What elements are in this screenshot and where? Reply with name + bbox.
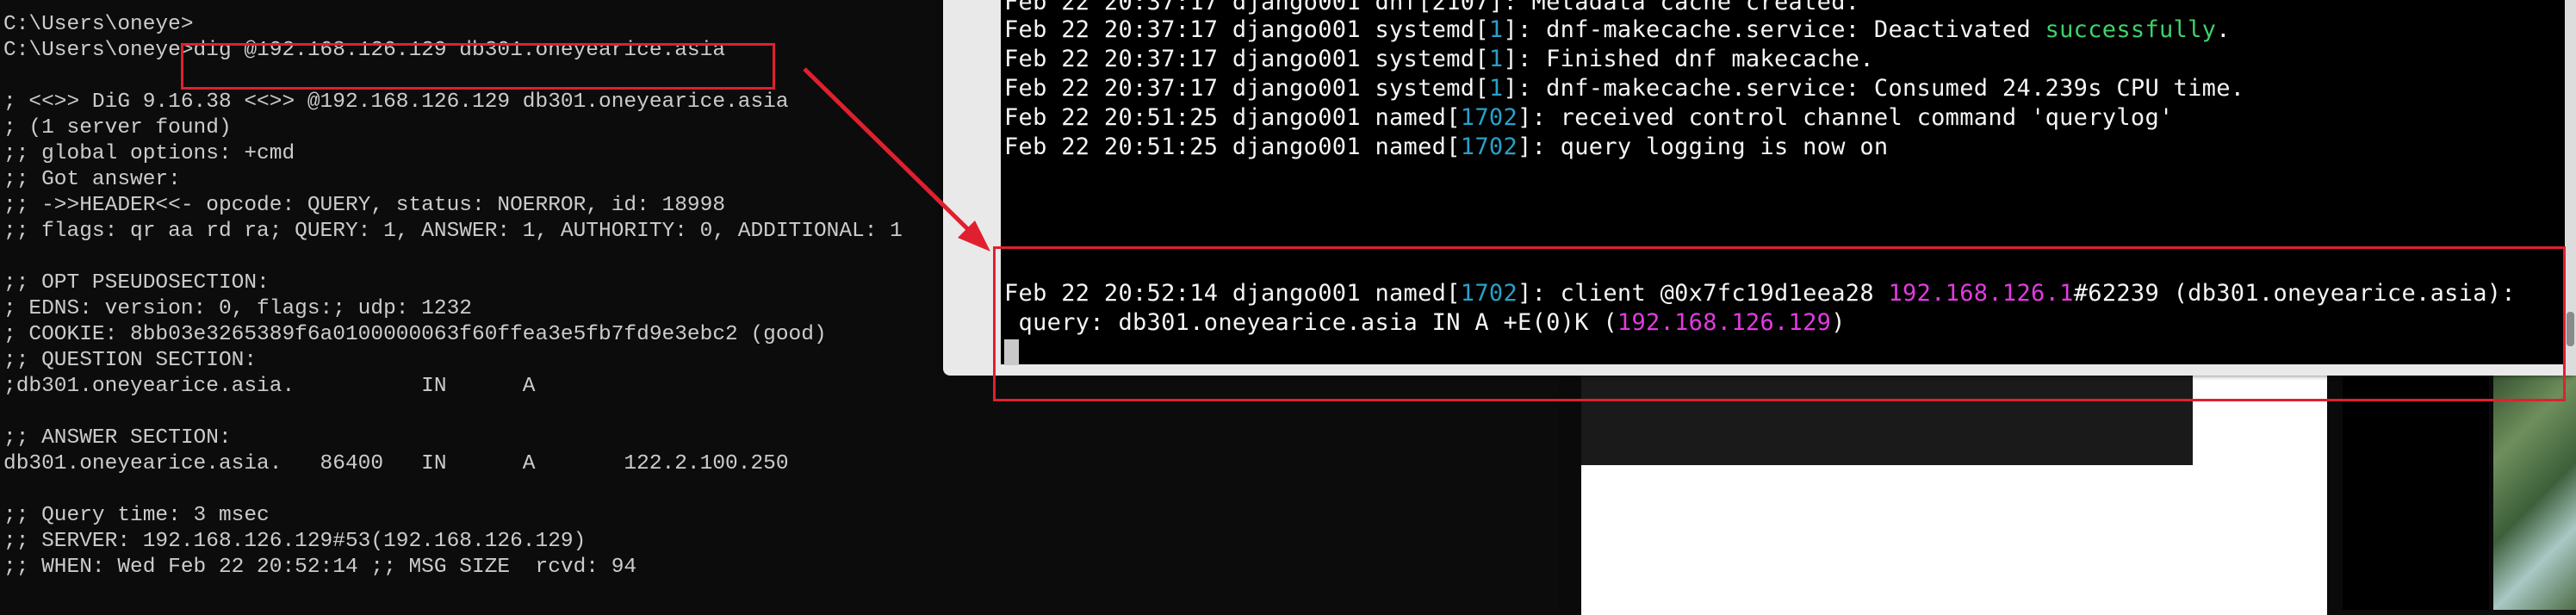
cmd-line: ; EDNS: version: 0, flags:; udp: 1232 [3,297,472,320]
cmd-line: ;; flags: qr aa rd ra; QUERY: 1, ANSWER:… [3,220,903,243]
cmd-line: db301.oneyearice.asia. 86400 IN A 122.2.… [3,452,789,475]
cmd-line: ;; Query time: 3 msec [3,504,270,527]
cmd-line: ; <<>> DiG 9.16.38 <<>> @192.168.126.129… [3,90,789,114]
cmd-line: C:\Users\oneye> [3,13,194,36]
cmd-line: ;; global options: +cmd [3,142,295,165]
cmd-line [3,400,903,426]
scrollbar-thumb[interactable] [2567,312,2574,346]
cmd-line: ; COOKIE: 8bb03e3265389f6a0100000063f60f… [3,323,827,346]
cmd-output: C:\Users\oneye> C:\Users\oneye>dig @192.1… [3,12,903,581]
cmd-line [3,245,903,270]
cmd-line: ;; QUESTION SECTION: [3,349,258,372]
cmd-line: ;; WHEN: Wed Feb 22 20:52:14 ;; MSG SIZE… [3,556,637,579]
log-line: Feb 22 20:51:25 django001 named[1702]: q… [1004,134,1889,160]
cmd-line: ;; ->>HEADER<<- opcode: QUERY, status: N… [3,194,726,217]
highlight-box-query-log [993,246,2566,401]
log-line: Feb 22 20:37:17 django001 systemd[1]: dn… [1004,16,2231,43]
cmd-line: ;db301.oneyearice.asia. IN A [3,375,536,398]
cmd-line: ;; SERVER: 192.168.126.129#53(192.168.12… [3,530,587,553]
cmd-line: ;; Got answer: [3,168,181,191]
cmd-line: ;; ANSWER SECTION: [3,426,232,450]
cmd-line: ; (1 server found) [3,116,232,140]
background-black-strip [2343,370,2489,610]
log-line: Feb 22 20:51:25 django001 named[1702]: r… [1004,104,2174,131]
highlight-box-dig-command [181,43,775,90]
cmd-line: ;; OPT PSEUDOSECTION: [3,271,270,295]
log-line: Feb 22 20:37:17 django001 systemd[1]: dn… [1004,75,2245,102]
log-line-partial: Feb 22 20:37:17 django001 dnf[2107]: Met… [1004,0,1860,16]
cmd-line [3,477,903,503]
log-line: Feb 22 20:37:17 django001 systemd[1]: Fi… [1004,46,1874,72]
